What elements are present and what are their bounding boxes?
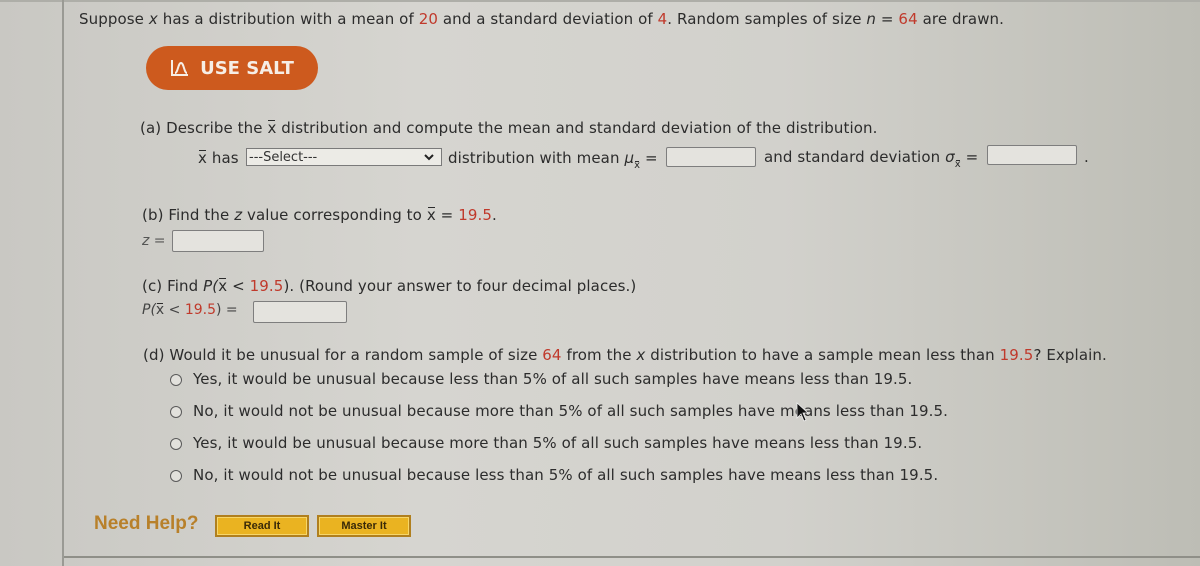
option-radio-3[interactable] bbox=[170, 438, 182, 450]
option-radio-1[interactable] bbox=[170, 374, 182, 386]
select-value: ---Select--- bbox=[249, 149, 318, 165]
intro-text: has a distribution with a mean of bbox=[157, 10, 419, 28]
mean-label-text: distribution with mean bbox=[448, 149, 625, 167]
less-than: < bbox=[227, 277, 250, 295]
p-symbol: P( bbox=[142, 302, 156, 318]
part-a-prompt: (a) Describe the x distribution and comp… bbox=[140, 119, 878, 137]
option-label-4[interactable]: No, it would not be unusual because less… bbox=[193, 466, 938, 484]
x-bar-subscript: x bbox=[634, 160, 641, 171]
x-bar-symbol: x bbox=[218, 277, 228, 295]
use-salt-button[interactable]: USE SALT bbox=[146, 46, 318, 90]
rounding-note: (Round your answer to four decimal place… bbox=[294, 277, 637, 295]
threshold-value: 19.5 bbox=[999, 346, 1034, 364]
x-bar-symbol: x bbox=[198, 149, 207, 167]
part-a-text: distribution and compute the mean and st… bbox=[276, 119, 878, 137]
part-a-text: (a) Describe the bbox=[140, 119, 268, 137]
option-radio-4[interactable] bbox=[170, 470, 182, 482]
p-answer-label: P(x < 19.5) = bbox=[142, 302, 238, 318]
chevron-down-icon bbox=[424, 154, 434, 161]
intro-var-x: x bbox=[148, 10, 158, 28]
x-bar-symbol: x bbox=[426, 206, 436, 224]
sd-value: 4 bbox=[657, 10, 668, 28]
sample-size-value: 64 bbox=[898, 10, 918, 28]
p-symbol: P( bbox=[203, 277, 219, 295]
z-symbol: z bbox=[234, 206, 243, 224]
equals-sign: = bbox=[435, 206, 459, 224]
problem-intro: Suppose x has a distribution with a mean… bbox=[79, 10, 1004, 28]
part-a-row-label: x has bbox=[198, 149, 239, 167]
sd-label-text: and standard deviation bbox=[764, 148, 946, 166]
x-bar-value: 19.5 bbox=[458, 206, 493, 224]
read-it-button[interactable]: Read It bbox=[215, 515, 309, 537]
period: . bbox=[492, 206, 497, 224]
option-label-3[interactable]: Yes, it would be unusual because more th… bbox=[193, 434, 922, 452]
z-answer-label: z = bbox=[142, 233, 166, 249]
part-d-text: (d) Would it be unusual for a random sam… bbox=[143, 346, 543, 364]
equals-sign: = bbox=[149, 233, 166, 249]
threshold-value: 19.5 bbox=[249, 277, 284, 295]
equals-sign: = bbox=[965, 148, 979, 166]
use-salt-label: USE SALT bbox=[200, 57, 294, 79]
option-label-1[interactable]: Yes, it would be unusual because less th… bbox=[193, 370, 912, 388]
z-input[interactable] bbox=[172, 230, 264, 252]
need-help-label: Need Help? bbox=[94, 513, 199, 534]
intro-text: = bbox=[876, 10, 899, 28]
paren-close: ). bbox=[283, 277, 295, 295]
master-it-button[interactable]: Master It bbox=[317, 515, 411, 537]
intro-text: are drawn. bbox=[917, 10, 1005, 28]
x-bar-symbol: x bbox=[267, 119, 277, 137]
intro-text: . Random samples of size bbox=[667, 10, 867, 28]
threshold-value: 19.5 bbox=[184, 302, 217, 318]
part-c-prompt: (c) Find P(x < 19.5). (Round your answer… bbox=[142, 277, 636, 295]
option-radio-2[interactable] bbox=[170, 406, 182, 418]
distribution-select[interactable]: ---Select--- bbox=[246, 148, 442, 166]
read-it-label: Read It bbox=[243, 520, 281, 532]
mean-label: distribution with mean μx = bbox=[448, 149, 658, 171]
sd-input[interactable] bbox=[987, 145, 1077, 165]
mouse-cursor-icon bbox=[796, 402, 810, 422]
has-label: has bbox=[206, 149, 239, 167]
less-than: < bbox=[164, 302, 185, 318]
part-d-text: ? Explain. bbox=[1033, 346, 1107, 364]
part-b-prompt: (b) Find the z value corresponding to x … bbox=[142, 206, 497, 224]
part-b-text: (b) Find the bbox=[142, 206, 235, 224]
equals-sign: = bbox=[645, 149, 658, 167]
probability-input[interactable] bbox=[253, 301, 347, 323]
part-d-prompt: (d) Would it be unusual for a random sam… bbox=[143, 346, 1107, 364]
sigma-symbol: σ bbox=[945, 148, 955, 166]
mean-value: 20 bbox=[418, 10, 438, 28]
x-bar-subscript: x bbox=[954, 159, 961, 170]
salt-graph-icon bbox=[171, 60, 189, 76]
part-d-text: distribution to have a sample mean less … bbox=[645, 346, 1000, 364]
period: . bbox=[1084, 148, 1089, 166]
master-it-label: Master It bbox=[341, 520, 387, 532]
left-border bbox=[62, 0, 64, 566]
part-c-text: (c) Find bbox=[142, 277, 204, 295]
x-bar-symbol: x bbox=[155, 302, 165, 318]
mean-input[interactable] bbox=[666, 147, 756, 167]
sample-size-value: 64 bbox=[542, 346, 562, 364]
option-label-2[interactable]: No, it would not be unusual because more… bbox=[193, 402, 948, 420]
intro-text: and a standard deviation of bbox=[438, 10, 658, 28]
intro-text: Suppose bbox=[79, 10, 149, 28]
mu-symbol: μ bbox=[624, 149, 635, 167]
bottom-border bbox=[64, 556, 1200, 558]
intro-var-n: n bbox=[866, 10, 877, 28]
sd-label: and standard deviation σx = bbox=[764, 148, 979, 170]
part-d-text: from the bbox=[561, 346, 637, 364]
part-b-text: value corresponding to bbox=[242, 206, 427, 224]
top-border bbox=[0, 0, 1200, 2]
equals-sign: ) = bbox=[216, 302, 238, 318]
